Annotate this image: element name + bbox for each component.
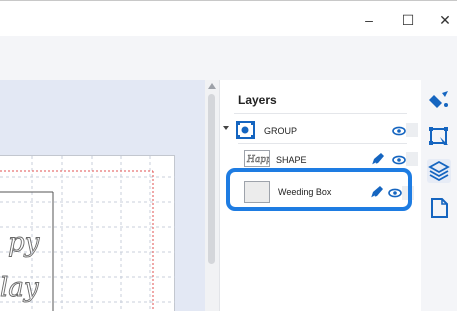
app-window: – ☐ ✕ py lay Layers GROUP Hap SHAPE Weed…	[0, 0, 457, 311]
eye-icon[interactable]	[392, 154, 406, 166]
separator	[238, 143, 407, 144]
close-button[interactable]: ✕	[433, 11, 457, 29]
paint-tool-button[interactable]	[427, 89, 451, 113]
chevron-down-icon[interactable]	[223, 126, 229, 130]
page-icon	[431, 198, 448, 218]
select-tool-button[interactable]	[427, 124, 451, 148]
svg-text:Happy: Happy	[246, 155, 269, 165]
toolbar	[0, 36, 457, 80]
lock-toggle[interactable]	[406, 152, 418, 166]
svg-text:lay: lay	[0, 273, 39, 303]
minimize-button[interactable]: –	[357, 11, 381, 29]
pen-edit-icon[interactable]	[370, 151, 386, 167]
cutting-mat: py lay	[0, 155, 175, 311]
scroll-up-arrow-icon[interactable]	[208, 83, 216, 89]
title-bar: – ☐ ✕	[0, 0, 457, 36]
mat-grid: py lay	[0, 156, 175, 311]
right-tool-rail	[421, 80, 457, 311]
lock-toggle[interactable]	[406, 123, 418, 137]
layers-panel-title: Layers	[238, 93, 277, 107]
layers-tool-button[interactable]	[427, 159, 451, 183]
page-tool-button[interactable]	[427, 196, 451, 220]
canvas-scrollbar[interactable]	[205, 80, 219, 311]
layer-label-shape: SHAPE	[276, 155, 307, 165]
layer-row-group[interactable]: GROUP	[220, 116, 422, 144]
layer-label-group: GROUP	[264, 126, 298, 136]
group-icon	[236, 121, 255, 139]
layers-icon	[428, 160, 450, 182]
svg-text:py: py	[8, 228, 40, 258]
scroll-thumb[interactable]	[208, 94, 215, 264]
shape-thumbnail: Happy	[244, 150, 278, 167]
design-canvas[interactable]: py lay	[0, 80, 205, 311]
maximize-button[interactable]: ☐	[396, 11, 420, 29]
separator	[234, 113, 407, 114]
select-region-icon	[429, 127, 448, 145]
eye-icon[interactable]	[392, 125, 406, 137]
selection-highlight	[226, 168, 412, 211]
paint-bucket-icon	[429, 91, 448, 108]
shape-preview-icon: Happy	[246, 155, 278, 166]
